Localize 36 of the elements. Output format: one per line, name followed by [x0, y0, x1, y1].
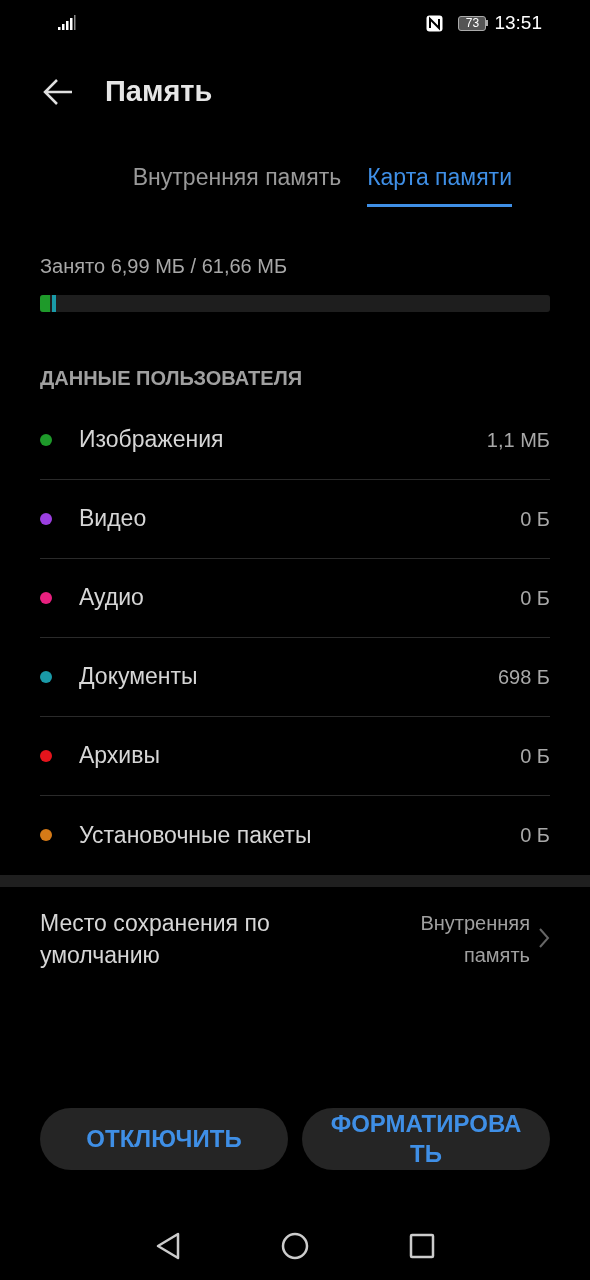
section-heading: ДАННЫЕ ПОЛЬЗОВАТЕЛЯ — [39, 365, 304, 391]
category-row[interactable]: Аудио 0 Б — [40, 558, 550, 638]
category-row[interactable]: Документы 698 Б — [40, 637, 550, 717]
usage-text: Занято 6,99 МБ / 61,66 МБ — [40, 253, 289, 279]
chevron-icon — [538, 926, 550, 949]
tab[interactable]: Карта памяти — [367, 160, 512, 207]
category-size: 0 Б — [520, 743, 550, 769]
category-size: 0 Б — [520, 823, 550, 848]
category-label: Видео — [79, 504, 147, 534]
category-label: Документы — [79, 662, 198, 692]
recents-nav-icon[interactable] — [409, 1233, 435, 1259]
default-location-row[interactable]: Место сохранения по умолчанию Внутренняя память — [40, 906, 550, 971]
setting-label: Место сохранения по умолчанию — [40, 908, 271, 970]
home-nav-icon[interactable] — [281, 1232, 309, 1260]
category-size: 1,1 МБ — [486, 427, 550, 453]
category-row[interactable]: Установочные пакеты 0 Б — [40, 795, 550, 875]
setting-value: Внутренняя память — [419, 910, 530, 968]
category-row[interactable]: Видео 0 Б — [40, 479, 550, 559]
category-size: 0 Б — [520, 585, 550, 611]
category-row[interactable]: Архивы 0 Б — [40, 716, 550, 796]
category-size: 698 Б — [497, 664, 550, 690]
category-label: Изображения — [79, 425, 224, 455]
back-nav-icon[interactable] — [155, 1232, 181, 1260]
nfc-icon — [426, 14, 444, 32]
clock: 13:51 — [494, 10, 542, 35]
page-title: Память — [105, 74, 213, 110]
category-row[interactable]: Изображения 1,1 МБ — [40, 400, 550, 480]
battery-icon: 73 — [458, 15, 489, 31]
category-label: Аудио — [79, 583, 144, 613]
signal-icon — [58, 15, 76, 31]
category-label: Установочные пакеты — [79, 820, 312, 850]
category-label: Архивы — [79, 741, 160, 771]
action-button[interactable]: ФОРМАТИРОВАТЬ — [302, 1108, 550, 1170]
action-button[interactable]: ОТКЛЮЧИТЬ — [40, 1108, 288, 1170]
tab[interactable]: Внутренняя память — [132, 160, 342, 207]
category-size: 0 Б — [520, 506, 550, 532]
